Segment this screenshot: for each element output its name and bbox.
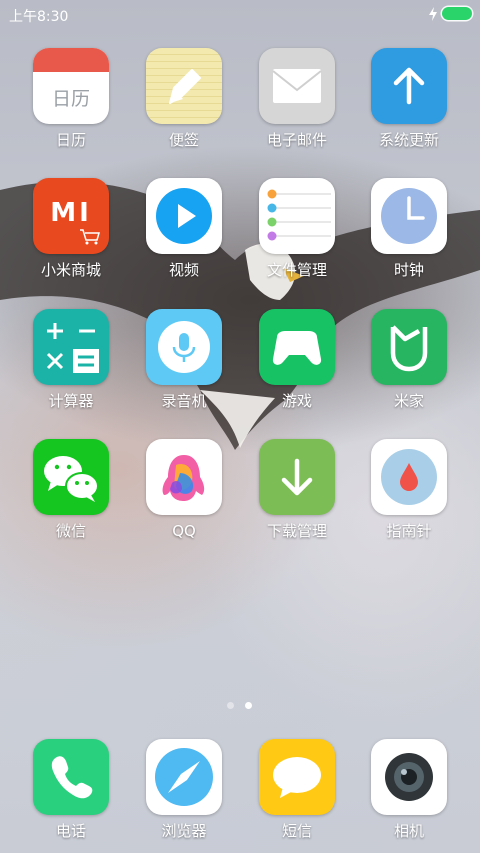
mail-envelope-icon bbox=[259, 48, 335, 124]
app-label: 时钟 bbox=[393, 261, 424, 279]
status-bar: 上午8:30 bbox=[0, 0, 480, 28]
clock-icon bbox=[371, 178, 447, 254]
mijia-icon bbox=[371, 309, 447, 385]
compass-drop-icon bbox=[371, 439, 447, 515]
app-calculator[interactable]: 计算器 bbox=[21, 309, 121, 411]
app-label: 相机 bbox=[393, 822, 424, 840]
app-label: 便签 bbox=[168, 131, 199, 149]
app-mijia[interactable]: 米家 bbox=[359, 309, 459, 411]
file-list-icon bbox=[259, 178, 335, 254]
app-label: 游戏 bbox=[281, 392, 312, 410]
dock-phone[interactable]: 电话 bbox=[21, 739, 121, 841]
app-label: QQ bbox=[172, 522, 196, 540]
download-arrow-icon bbox=[259, 439, 335, 515]
app-label: 指南针 bbox=[386, 522, 432, 540]
app-label: 米家 bbox=[393, 392, 424, 410]
app-game[interactable]: 游戏 bbox=[247, 309, 347, 411]
app-label: 录音机 bbox=[161, 392, 207, 410]
app-label: 文件管理 bbox=[266, 261, 327, 279]
gamepad-icon bbox=[259, 309, 335, 385]
dock-sms[interactable]: 短信 bbox=[247, 739, 347, 841]
update-arrow-icon bbox=[371, 48, 447, 124]
calculator-icon bbox=[33, 309, 109, 385]
app-label: 日历 bbox=[55, 131, 86, 149]
app-qq[interactable]: QQ bbox=[134, 439, 234, 541]
page-dot[interactable] bbox=[227, 702, 234, 709]
app-label: 微信 bbox=[55, 522, 86, 540]
app-label: 下载管理 bbox=[266, 522, 327, 540]
status-time: 上午8:30 bbox=[9, 9, 69, 25]
dock-camera[interactable]: 相机 bbox=[359, 739, 459, 841]
app-compass[interactable]: 指南针 bbox=[359, 439, 459, 541]
camera-lens-icon bbox=[371, 739, 447, 815]
phone-icon bbox=[33, 739, 109, 815]
app-video[interactable]: 视频 bbox=[134, 178, 234, 280]
mi-logo-text: MI bbox=[50, 198, 92, 228]
browser-compass-icon bbox=[146, 739, 222, 815]
app-recorder[interactable]: 录音机 bbox=[134, 309, 234, 411]
app-label: 浏览器 bbox=[161, 822, 207, 840]
mi-store-icon: MI bbox=[33, 178, 109, 254]
dock-browser[interactable]: 浏览器 bbox=[134, 739, 234, 841]
app-system-update[interactable]: 系统更新 bbox=[359, 48, 459, 150]
charging-icon bbox=[429, 7, 437, 21]
video-play-icon bbox=[146, 178, 222, 254]
app-calendar[interactable]: 日历 日历 bbox=[21, 48, 121, 150]
battery-icon bbox=[442, 7, 472, 20]
qq-penguin-icon bbox=[146, 439, 222, 515]
app-label: 短信 bbox=[281, 822, 312, 840]
app-file-manager[interactable]: 文件管理 bbox=[247, 178, 347, 280]
page-indicator bbox=[227, 702, 253, 710]
app-label: 小米商城 bbox=[40, 261, 101, 279]
app-label: 系统更新 bbox=[378, 131, 439, 149]
app-label: 电话 bbox=[55, 822, 86, 840]
microphone-icon bbox=[146, 309, 222, 385]
app-email[interactable]: 电子邮件 bbox=[247, 48, 347, 150]
app-mi-store[interactable]: MI 小米商城 bbox=[21, 178, 121, 280]
calendar-icon: 日历 bbox=[33, 48, 109, 124]
wechat-icon bbox=[33, 439, 109, 515]
calendar-icon-text: 日历 bbox=[51, 88, 90, 110]
app-notes[interactable]: 便签 bbox=[134, 48, 234, 150]
app-label: 计算器 bbox=[48, 392, 94, 410]
notes-pencil-icon bbox=[146, 48, 222, 124]
page-dot-active[interactable] bbox=[245, 702, 252, 709]
app-download-manager[interactable]: 下载管理 bbox=[247, 439, 347, 541]
app-clock[interactable]: 时钟 bbox=[359, 178, 459, 280]
app-label: 视频 bbox=[168, 261, 199, 279]
app-wechat[interactable]: 微信 bbox=[21, 439, 121, 541]
message-bubble-icon bbox=[259, 739, 335, 815]
app-label: 电子邮件 bbox=[266, 131, 327, 149]
